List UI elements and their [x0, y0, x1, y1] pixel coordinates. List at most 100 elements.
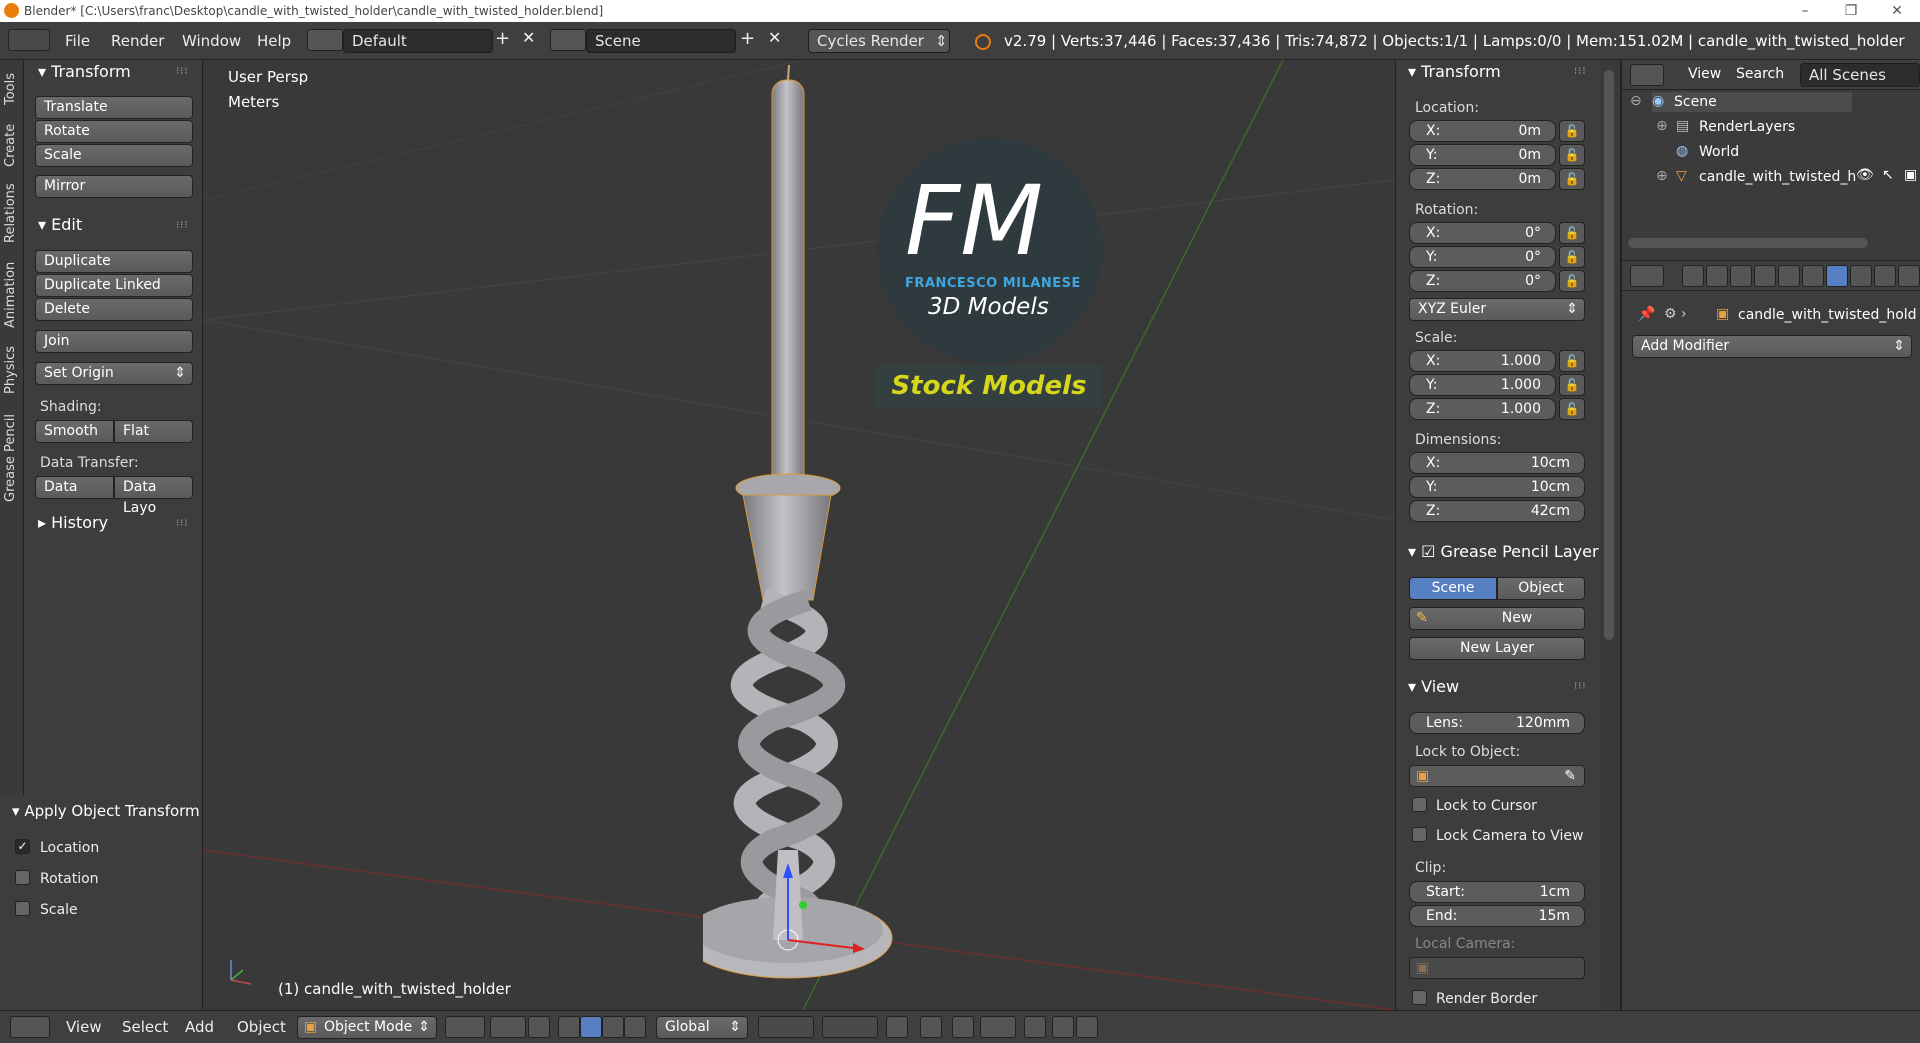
translate-button[interactable]: Translate	[35, 96, 193, 119]
pin-icon[interactable]: 📌	[1638, 306, 1655, 322]
join-button[interactable]: Join	[35, 330, 193, 353]
flat-button[interactable]: Flat	[114, 420, 193, 443]
remove-layout-icon[interactable]: ✕	[522, 28, 535, 47]
render-tab-icon[interactable]	[1682, 265, 1704, 287]
rotation-mode-select[interactable]: XYZ Euler ⇕	[1409, 298, 1585, 321]
scene-icon[interactable]	[550, 29, 586, 51]
outliner-object[interactable]: candle_with_twisted_h	[1699, 169, 1856, 185]
lock-icon[interactable]: 🔓	[1559, 246, 1585, 268]
cursor-select-icon[interactable]: ↖	[1882, 167, 1894, 183]
outliner-scene[interactable]: Scene	[1674, 94, 1717, 110]
data-tab-icon[interactable]	[1850, 265, 1872, 287]
panel-grip-icon[interactable]: ⁝⁝⁝	[176, 518, 189, 529]
add-layout-icon[interactable]: +	[495, 28, 510, 49]
render-animation-icon[interactable]	[1076, 1016, 1098, 1038]
rotation-y-field[interactable]: Y: 0°	[1409, 246, 1556, 268]
eye-icon[interactable]: 👁	[1856, 167, 1874, 183]
pivot-point-icon[interactable]	[490, 1016, 526, 1038]
lock-icon[interactable]: 🔓	[1559, 144, 1585, 166]
render-engine-select[interactable]: Cycles Render ⇕	[808, 29, 950, 53]
proportional-editing-icon[interactable]	[920, 1016, 942, 1038]
view-panel-title[interactable]: ▾ View	[1408, 677, 1459, 696]
clip-start-field[interactable]: Start: 1cm	[1409, 881, 1585, 903]
editor-type-icon[interactable]	[10, 1016, 50, 1038]
tab-tools[interactable]: Tools	[3, 73, 18, 105]
mode-select[interactable]: ▣ Object Mode ⇕	[297, 1016, 437, 1039]
editor-type-icon[interactable]	[8, 29, 50, 51]
world-tab-icon[interactable]	[1754, 265, 1776, 287]
tab-animation[interactable]: Animation	[3, 262, 18, 328]
menu-render[interactable]: Render	[111, 32, 164, 50]
duplicate-linked-button[interactable]: Duplicate Linked	[35, 274, 193, 297]
texture-tab-icon[interactable]	[1898, 265, 1920, 287]
menu-file[interactable]: File	[65, 32, 90, 50]
panel-grip-icon[interactable]: ⁝⁝⁝	[176, 66, 189, 77]
panel-grip-icon[interactable]: ⁝⁝⁝	[1574, 681, 1587, 692]
properties-editor-icon[interactable]	[1630, 265, 1664, 287]
outliner-render-layers[interactable]: RenderLayers	[1699, 119, 1795, 135]
lock-cursor-checkbox[interactable]	[1412, 797, 1427, 812]
add-menu[interactable]: Add	[185, 1018, 214, 1036]
layers-grid-2[interactable]	[822, 1016, 878, 1038]
close-button[interactable]: ✕	[1874, 0, 1920, 22]
scene-field[interactable]: Scene	[586, 29, 736, 53]
snap-target-icon[interactable]	[1024, 1016, 1046, 1038]
manipulator-space-icon[interactable]	[624, 1016, 646, 1038]
rotation-z-field[interactable]: Z: 0°	[1409, 270, 1556, 292]
select-menu[interactable]: Select	[122, 1018, 168, 1036]
duplicate-button[interactable]: Duplicate	[35, 250, 193, 273]
lock-icon[interactable]: 🔓	[1559, 222, 1585, 244]
expand-icon[interactable]: ⊕	[1656, 168, 1668, 184]
render-border-checkbox[interactable]	[1412, 990, 1427, 1005]
rotate-manipulator-icon[interactable]	[580, 1016, 602, 1038]
dimension-z-field[interactable]: Z: 42cm	[1409, 500, 1585, 522]
lock-icon[interactable]: 🔓	[1559, 374, 1585, 396]
expand-icon[interactable]: ⊕	[1656, 118, 1668, 134]
lock-object-field[interactable]: ▣ ✎	[1409, 765, 1585, 787]
outliner-search-menu[interactable]: Search	[1736, 66, 1784, 82]
add-scene-icon[interactable]: +	[740, 28, 755, 49]
scale-z-field[interactable]: Z: 1.000	[1409, 398, 1556, 420]
remove-scene-icon[interactable]: ✕	[768, 28, 781, 47]
rotation-x-field[interactable]: X: 0°	[1409, 222, 1556, 244]
lock-icon[interactable]: 🔓	[1559, 270, 1585, 292]
grease-pencil-layer-title[interactable]: ▾ ☑ Grease Pencil Layer	[1408, 542, 1599, 561]
screen-layout-icon[interactable]	[307, 29, 343, 51]
panel-grip-icon[interactable]: ⁝⁝⁝	[1574, 66, 1587, 77]
view-menu[interactable]: View	[66, 1018, 102, 1036]
tab-relations[interactable]: Relations	[3, 183, 18, 243]
set-origin-select[interactable]: Set Origin ⇕	[35, 362, 193, 385]
lock-icon[interactable]: 🔓	[1559, 120, 1585, 142]
gp-new-button[interactable]: New ✎	[1409, 607, 1585, 630]
object-tab-icon[interactable]	[1778, 265, 1800, 287]
lock-icon[interactable]: 🔓	[1559, 168, 1585, 190]
maximize-button[interactable]: ❐	[1828, 0, 1874, 22]
lock-icon[interactable]: 🔓	[1559, 398, 1585, 420]
location-x-field[interactable]: X: 0m	[1409, 120, 1556, 142]
smooth-button[interactable]: Smooth	[35, 420, 114, 443]
scale-checkbox[interactable]	[15, 901, 30, 916]
menu-help[interactable]: Help	[257, 32, 291, 50]
edit-panel-title[interactable]: ▾ Edit	[38, 215, 82, 234]
minimize-button[interactable]: –	[1782, 0, 1828, 22]
render-layers-tab-icon[interactable]	[1706, 265, 1728, 287]
snap-toggle-icon[interactable]	[952, 1016, 974, 1038]
render-image-icon[interactable]	[1052, 1016, 1074, 1038]
dimension-y-field[interactable]: Y: 10cm	[1409, 476, 1585, 498]
collapse-icon[interactable]: ⊖	[1630, 93, 1642, 109]
tab-create[interactable]: Create	[3, 124, 18, 167]
panel-grip-icon[interactable]: ⁝⁝⁝	[176, 220, 189, 231]
scene-tab-icon[interactable]	[1730, 265, 1752, 287]
rotation-checkbox[interactable]	[15, 870, 30, 885]
layers-grid-1[interactable]	[758, 1016, 814, 1038]
transform-props-title[interactable]: ▾ Transform	[1408, 62, 1501, 81]
location-y-field[interactable]: Y: 0m	[1409, 144, 1556, 166]
menu-window[interactable]: Window	[182, 32, 241, 50]
properties-scrollbar[interactable]	[1600, 60, 1620, 1010]
constraints-tab-icon[interactable]	[1802, 265, 1824, 287]
modifiers-tab-icon[interactable]	[1826, 265, 1848, 287]
scale-y-field[interactable]: Y: 1.000	[1409, 374, 1556, 396]
lock-camera-checkbox[interactable]	[1412, 827, 1427, 842]
dimension-x-field[interactable]: X: 10cm	[1409, 452, 1585, 474]
location-z-field[interactable]: Z: 0m	[1409, 168, 1556, 190]
